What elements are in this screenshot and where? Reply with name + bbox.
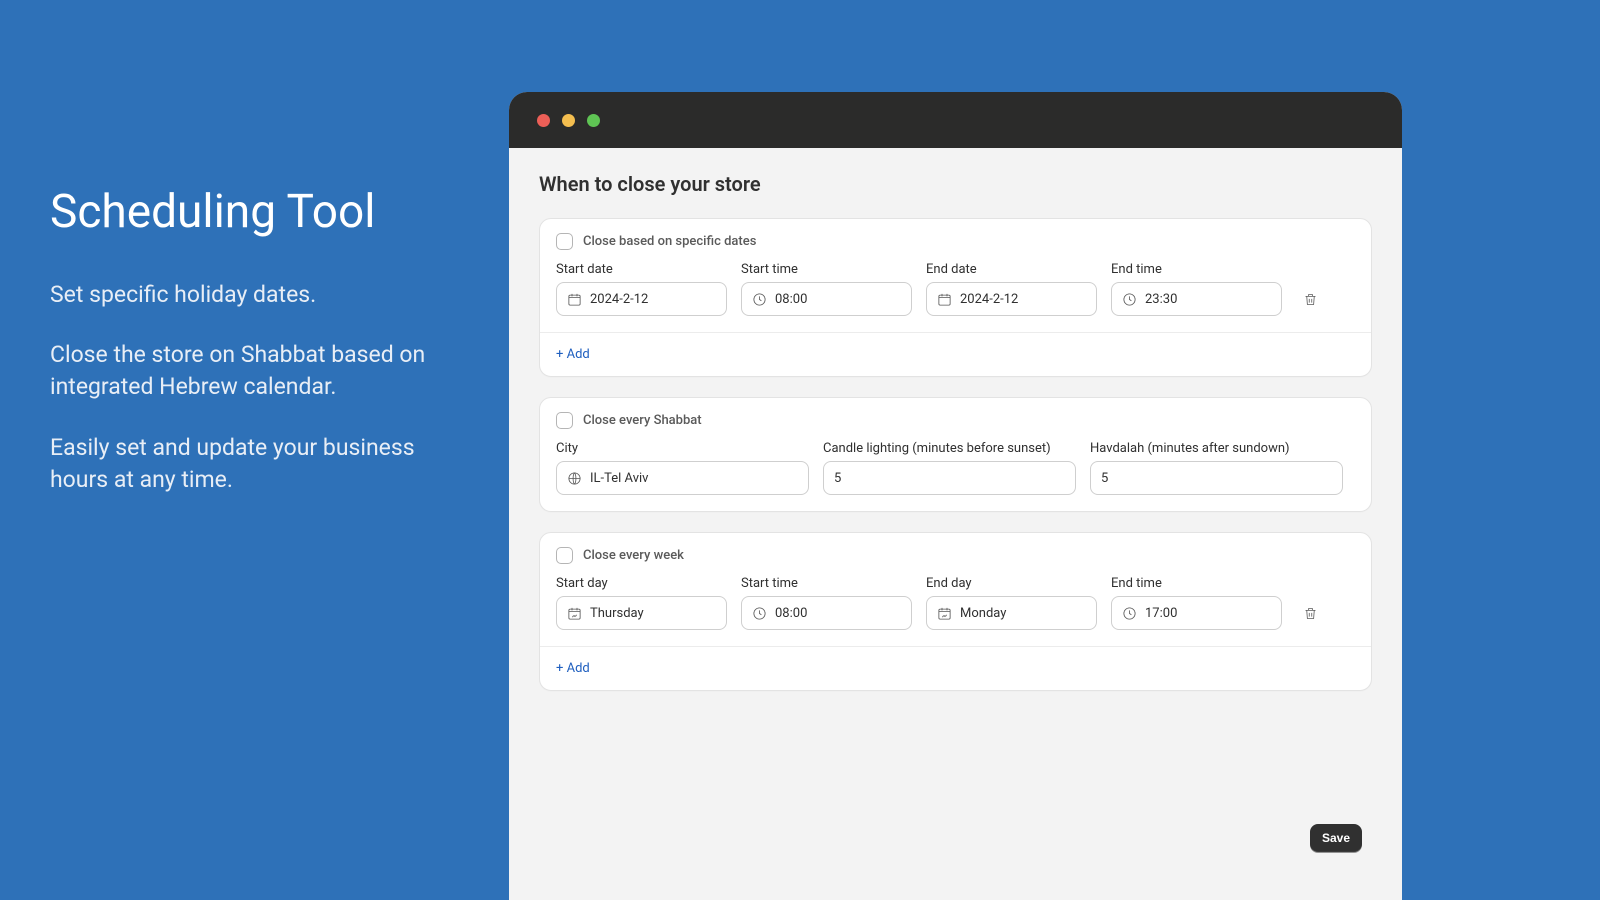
end-day-value[interactable] [960, 606, 1126, 621]
end-date-label: End date [926, 262, 1097, 277]
shabbat-card: Close every Shabbat City Candle lighting… [539, 397, 1372, 512]
clock-icon [1122, 606, 1137, 621]
minimize-window-icon[interactable] [562, 114, 575, 127]
start-date-value[interactable] [590, 292, 756, 307]
start-time-label: Start time [741, 262, 912, 277]
calendar-repeat-icon [937, 606, 952, 621]
end-time-value[interactable] [1145, 292, 1311, 307]
specific-dates-card: Close based on specific dates Start date… [539, 218, 1372, 377]
clock-icon [752, 606, 767, 621]
close-window-icon[interactable] [537, 114, 550, 127]
end-date-value[interactable] [960, 292, 1126, 307]
city-label: City [556, 441, 809, 456]
city-input[interactable] [556, 461, 809, 495]
havdalah-label: Havdalah (minutes after sundown) [1090, 441, 1343, 456]
marketing-line-1: Set specific holiday dates. [50, 279, 470, 311]
marketing-line-2: Close the store on Shabbat based on inte… [50, 339, 470, 403]
page-title: When to close your store [539, 172, 1372, 196]
traffic-lights [537, 114, 600, 127]
havdalah-value[interactable] [1101, 471, 1332, 486]
add-specific-date-button[interactable]: + Add [540, 333, 1371, 376]
specific-dates-label: Close based on specific dates [583, 234, 756, 249]
start-time-input[interactable] [741, 282, 912, 316]
end-day-input[interactable] [926, 596, 1097, 630]
weekly-start-time-label: Start time [741, 576, 912, 591]
start-date-label: Start date [556, 262, 727, 277]
delete-row-button[interactable] [1296, 282, 1324, 316]
shabbat-checkbox[interactable] [556, 412, 573, 429]
weekly-end-time-input[interactable] [1111, 596, 1282, 630]
end-time-input[interactable] [1111, 282, 1282, 316]
start-day-label: Start day [556, 576, 727, 591]
weekly-label: Close every week [583, 548, 684, 563]
start-day-value[interactable] [590, 606, 756, 621]
weekly-end-time-label: End time [1111, 576, 1282, 591]
window-titlebar [509, 92, 1402, 148]
clock-icon [752, 292, 767, 307]
weekly-end-time-value[interactable] [1145, 606, 1311, 621]
marketing-title: Scheduling Tool [50, 185, 470, 239]
add-weekly-button[interactable]: + Add [540, 647, 1371, 690]
calendar-icon [937, 292, 952, 307]
end-day-label: End day [926, 576, 1097, 591]
delete-weekly-row-button[interactable] [1296, 596, 1324, 630]
weekly-checkbox[interactable] [556, 547, 573, 564]
weekly-start-time-input[interactable] [741, 596, 912, 630]
clock-icon [1122, 292, 1137, 307]
candle-value[interactable] [834, 471, 1065, 486]
app-window: When to close your store Close based on … [509, 92, 1402, 900]
havdalah-input[interactable] [1090, 461, 1343, 495]
start-date-input[interactable] [556, 282, 727, 316]
start-day-input[interactable] [556, 596, 727, 630]
specific-dates-checkbox[interactable] [556, 233, 573, 250]
calendar-icon [567, 292, 582, 307]
shabbat-label: Close every Shabbat [583, 413, 702, 428]
weekly-start-time-value[interactable] [775, 606, 941, 621]
end-date-input[interactable] [926, 282, 1097, 316]
start-time-value[interactable] [775, 292, 941, 307]
city-value[interactable] [590, 471, 798, 486]
candle-label: Candle lighting (minutes before sunset) [823, 441, 1076, 456]
maximize-window-icon[interactable] [587, 114, 600, 127]
end-time-label: End time [1111, 262, 1282, 277]
marketing-line-3: Easily set and update your business hour… [50, 432, 470, 496]
candle-input[interactable] [823, 461, 1076, 495]
calendar-repeat-icon [567, 606, 582, 621]
page-content: When to close your store Close based on … [509, 148, 1402, 731]
marketing-panel: Scheduling Tool Set specific holiday dat… [50, 185, 470, 524]
globe-icon [567, 471, 582, 486]
save-button[interactable]: Save [1310, 824, 1362, 852]
weekly-card: Close every week Start day Start time [539, 532, 1372, 691]
